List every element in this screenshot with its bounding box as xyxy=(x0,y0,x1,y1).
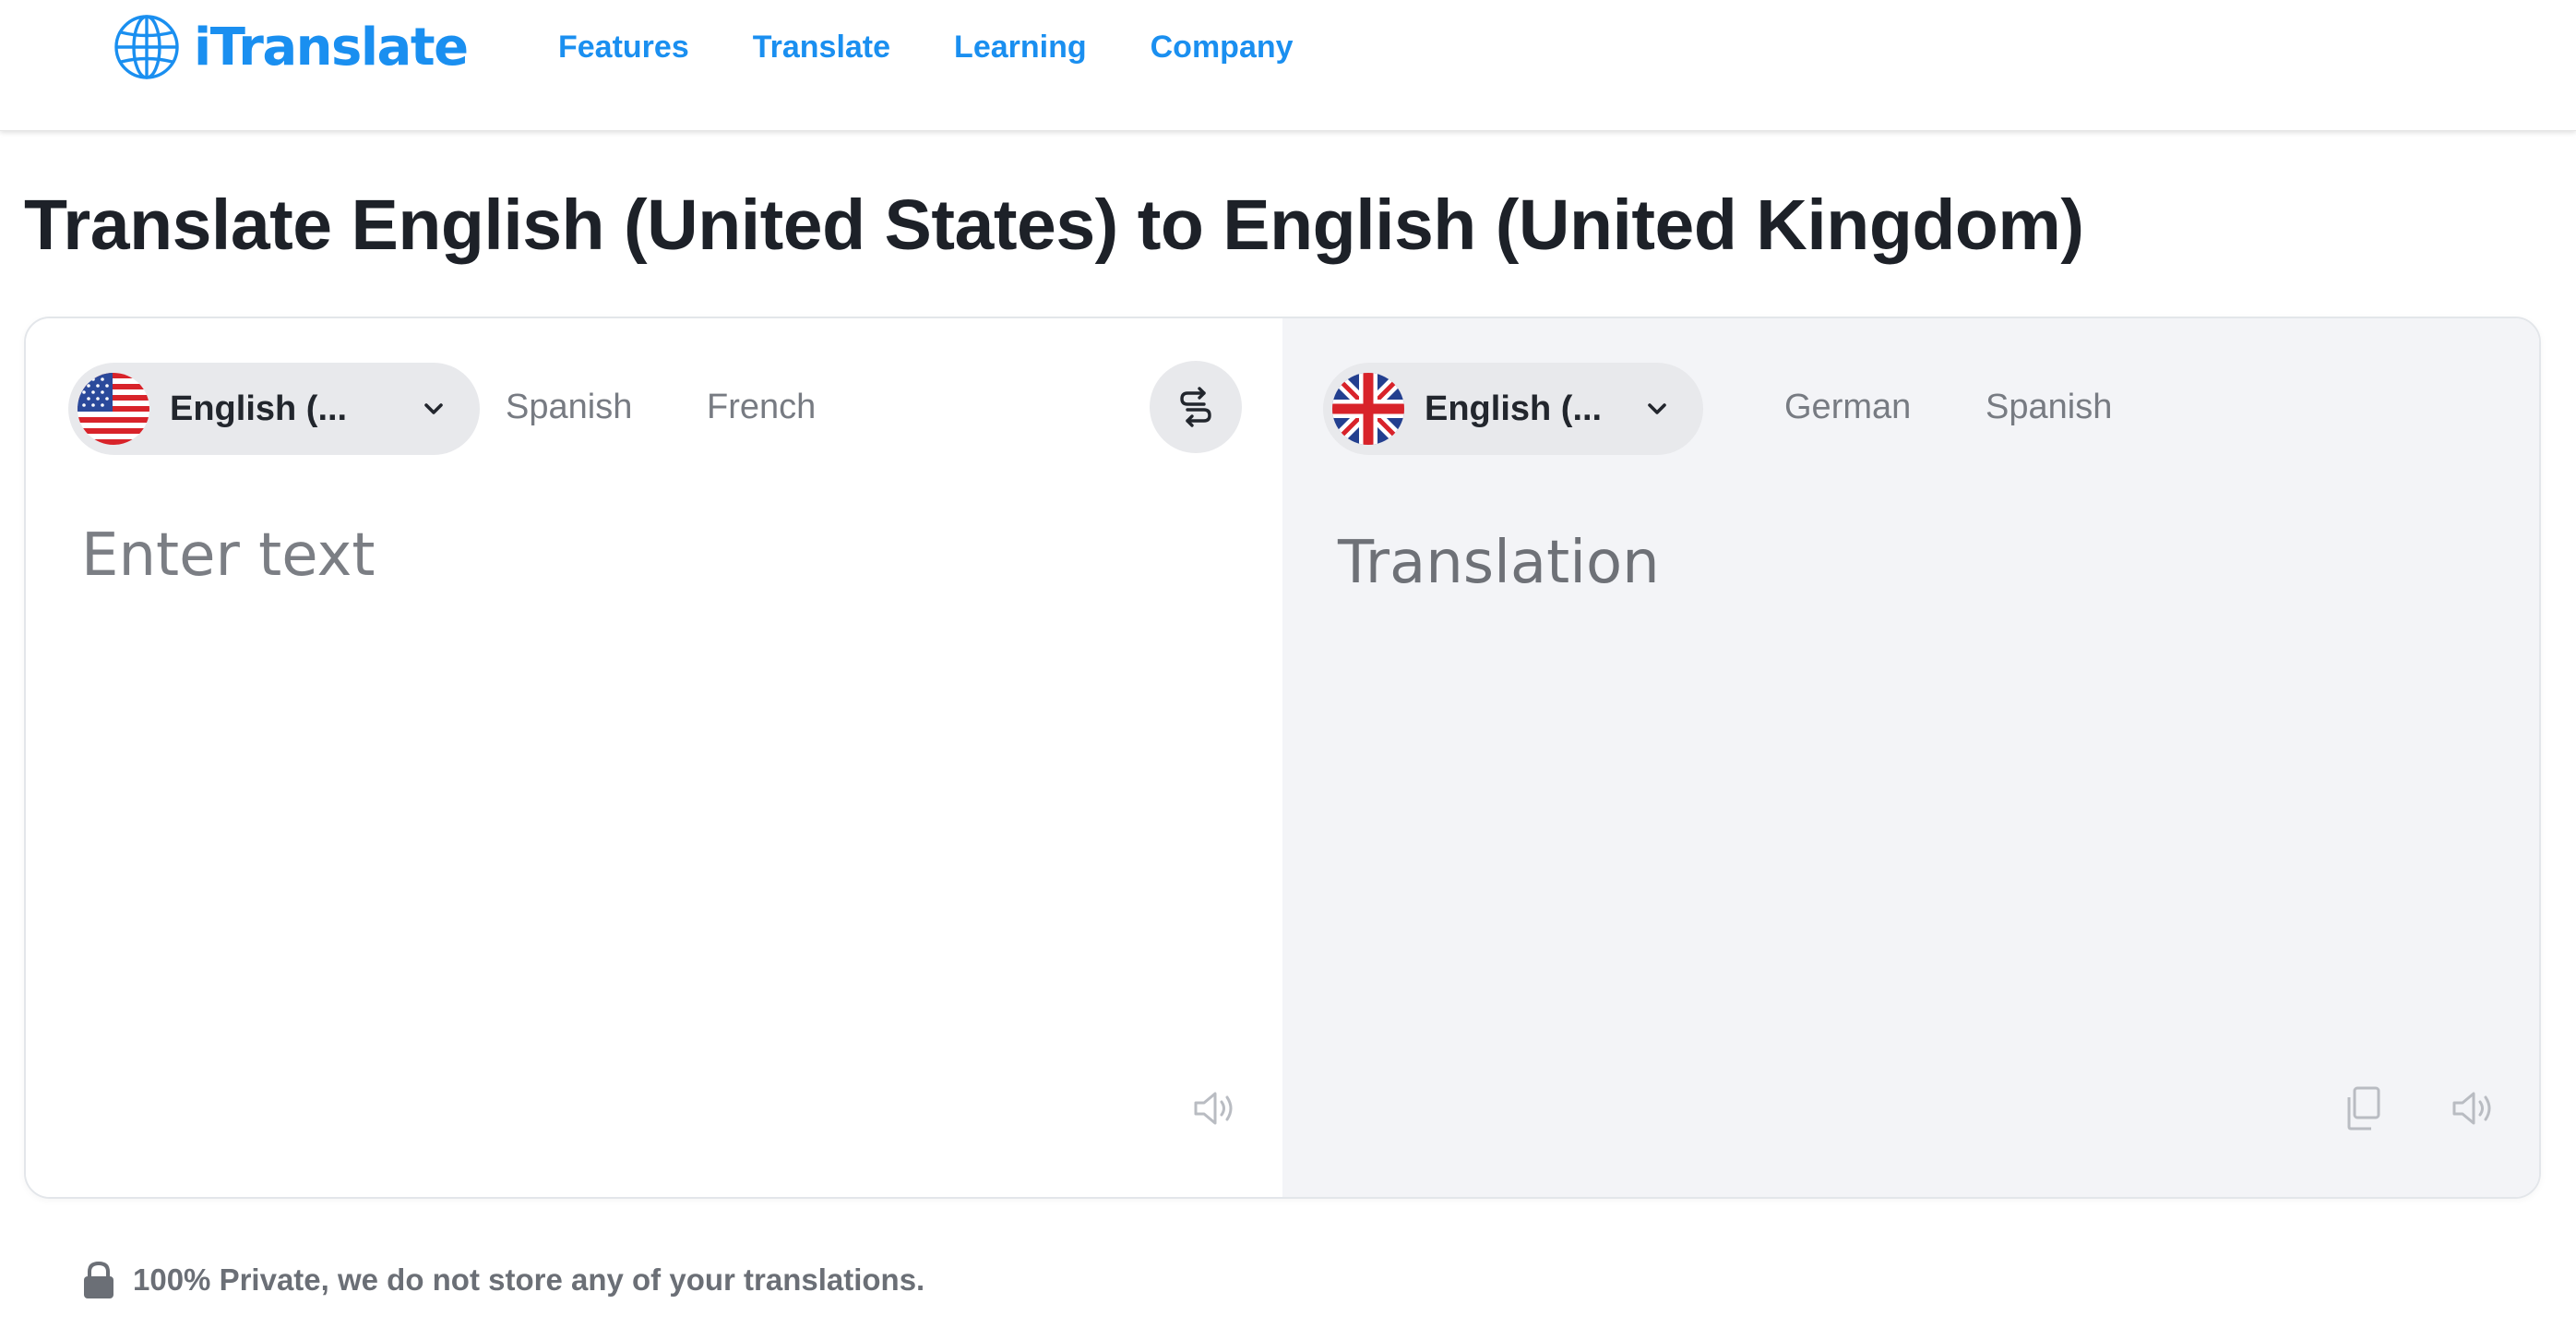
nav-company[interactable]: Company xyxy=(1151,30,1294,66)
nav-features[interactable]: Features xyxy=(558,30,689,66)
page-title: Translate English (United States) to Eng… xyxy=(24,185,2084,265)
swap-languages-button[interactable] xyxy=(1150,361,1242,453)
source-text-input[interactable] xyxy=(81,521,1225,891)
source-language-select[interactable]: English (... xyxy=(68,363,480,455)
globe-icon xyxy=(113,13,181,81)
target-quick-lang-german[interactable]: German xyxy=(1784,388,1911,427)
source-language-label: English (... xyxy=(170,389,348,428)
source-quick-lang-spanish[interactable]: Spanish xyxy=(506,388,632,427)
target-quick-lang-spanish[interactable]: Spanish xyxy=(1986,388,2112,427)
translator-panel: English (... Spanish French Enter text E… xyxy=(24,317,2541,1199)
target-speaker-icon[interactable] xyxy=(2449,1083,2500,1134)
uk-flag-icon xyxy=(1332,373,1404,445)
source-quick-lang-french[interactable]: French xyxy=(707,388,816,427)
lock-icon xyxy=(81,1260,116,1300)
target-pane: English (... German Spanish Translation xyxy=(1282,318,2539,1197)
nav-translate[interactable]: Translate xyxy=(753,30,890,66)
source-pane: English (... Spanish French xyxy=(26,318,1282,1197)
nav-learning[interactable]: Learning xyxy=(954,30,1087,66)
swap-arrows-icon xyxy=(1173,384,1219,430)
brand-logo[interactable]: iTranslate xyxy=(113,13,469,81)
target-language-select[interactable]: English (... xyxy=(1323,363,1703,455)
target-language-label: English (... xyxy=(1425,389,1603,428)
copy-icon[interactable] xyxy=(2338,1083,2390,1134)
brand-name: iTranslate xyxy=(194,17,469,78)
chevron-down-icon xyxy=(1644,396,1670,422)
site-header: iTranslate Features Translate Learning C… xyxy=(0,0,2576,131)
translation-output: Translation xyxy=(1338,529,1660,597)
chevron-down-icon xyxy=(421,396,447,422)
main-nav: Features Translate Learning Company xyxy=(558,24,1294,70)
privacy-note: 100% Private, we do not store any of you… xyxy=(81,1257,924,1303)
source-speaker-icon[interactable] xyxy=(1190,1083,1242,1134)
privacy-text: 100% Private, we do not store any of you… xyxy=(133,1262,925,1297)
us-flag-icon xyxy=(78,373,149,445)
